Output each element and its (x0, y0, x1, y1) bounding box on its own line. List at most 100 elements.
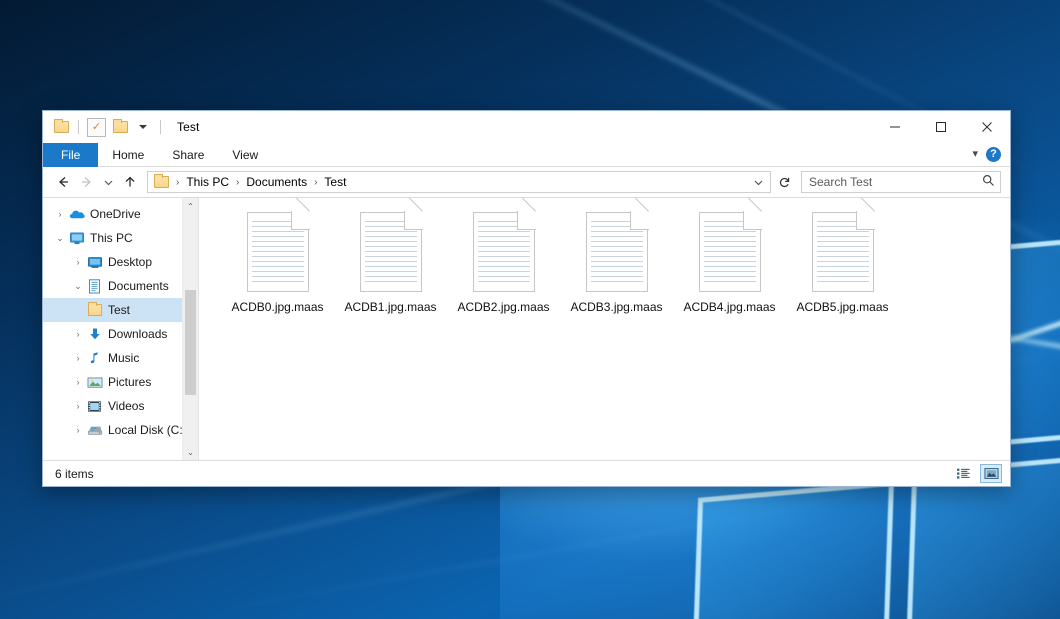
file-name-label: ACDB4.jpg.maas (683, 300, 775, 314)
breadcrumb-item-test[interactable]: Test (321, 175, 349, 189)
text-document-icon (247, 212, 309, 292)
search-box[interactable]: Search Test (801, 171, 1001, 193)
properties-checkbox-icon[interactable]: ✓ (87, 118, 106, 137)
expand-chevron-icon[interactable]: › (70, 377, 86, 387)
tab-view[interactable]: View (218, 143, 272, 167)
recent-locations-icon[interactable] (100, 171, 117, 193)
search-icon[interactable] (982, 174, 995, 190)
text-document-icon (586, 212, 648, 292)
breadcrumb-folder-icon[interactable] (154, 176, 169, 188)
navigation-pane: › OneDrive ⌄ This PC › Desktop (43, 198, 198, 460)
maximize-button[interactable] (918, 111, 964, 142)
sidebar-item-label: Desktop (108, 255, 152, 269)
status-bar: 6 items (43, 460, 1010, 486)
file-item[interactable]: ACDB5.jpg.maas (786, 210, 899, 314)
folder-icon[interactable] (52, 118, 70, 136)
navigation-scrollbar[interactable]: ⌃ ⌄ (182, 198, 198, 460)
chevron-down-icon[interactable]: ▾ (972, 149, 978, 160)
tab-home[interactable]: Home (98, 143, 158, 167)
file-item[interactable]: ACDB4.jpg.maas (673, 210, 786, 314)
expand-chevron-icon[interactable]: › (70, 353, 86, 363)
sidebar-item-this-pc[interactable]: ⌄ This PC (43, 226, 198, 250)
sidebar-item-pictures[interactable]: › Pictures (43, 370, 198, 394)
scroll-up-arrow-icon[interactable]: ⌃ (183, 198, 198, 214)
sidebar-item-documents[interactable]: ⌄ Documents (43, 274, 198, 298)
sidebar-item-label: Music (108, 351, 139, 365)
file-explorer-window: ✓ Test File Home Share (42, 110, 1011, 487)
sidebar-item-local-disk-c[interactable]: › Local Disk (C:) (43, 418, 198, 442)
details-view-button[interactable] (952, 464, 974, 483)
expand-chevron-icon[interactable]: › (70, 329, 86, 339)
new-folder-icon[interactable] (111, 118, 129, 136)
breadcrumb-separator: › (232, 177, 243, 188)
scroll-down-arrow-icon[interactable]: ⌄ (183, 444, 198, 460)
large-icons-view-button[interactable] (980, 464, 1002, 483)
title-bar: ✓ Test (43, 111, 1010, 143)
tab-share[interactable]: Share (158, 143, 218, 167)
sidebar-item-test[interactable]: Test (43, 298, 198, 322)
customize-quick-access-caret-icon[interactable] (134, 118, 152, 136)
file-item[interactable]: ACDB3.jpg.maas (560, 210, 673, 314)
expand-chevron-icon[interactable]: › (70, 401, 86, 411)
sidebar-item-label: Videos (108, 399, 144, 413)
file-name-label: ACDB2.jpg.maas (457, 300, 549, 314)
sidebar-item-desktop[interactable]: › Desktop (43, 250, 198, 274)
download-icon (86, 327, 103, 341)
file-name-label: ACDB0.jpg.maas (231, 300, 323, 314)
quick-access-toolbar: ✓ Test (43, 111, 199, 143)
expand-chevron-icon[interactable]: › (70, 257, 86, 267)
video-icon (86, 400, 103, 413)
sidebar-item-music[interactable]: › Music (43, 346, 198, 370)
expand-chevron-icon[interactable]: › (52, 209, 68, 219)
file-item[interactable]: ACDB2.jpg.maas (447, 210, 560, 314)
sidebar-item-label: This PC (90, 231, 133, 245)
sidebar-item-onedrive[interactable]: › OneDrive (43, 202, 198, 226)
text-document-icon (812, 212, 874, 292)
sidebar-item-label: Downloads (108, 327, 167, 341)
desktop-icon (86, 256, 103, 269)
close-button[interactable] (964, 111, 1010, 142)
file-list-area[interactable]: ACDB0.jpg.maas ACDB1.jpg.maas ACDB2.jpg.… (198, 198, 1010, 460)
forward-button (76, 171, 98, 193)
sidebar-item-label: Pictures (108, 375, 151, 389)
up-button[interactable] (119, 171, 141, 193)
disk-drive-icon (86, 424, 103, 436)
text-document-icon (360, 212, 422, 292)
folder-icon (86, 304, 103, 316)
ribbon-right-controls: ▾ ? (972, 143, 1010, 166)
toolbar-divider (160, 120, 161, 134)
item-count-label: 6 items (55, 467, 94, 481)
breadcrumb-item-documents[interactable]: Documents (243, 175, 310, 189)
collapse-chevron-icon[interactable]: ⌄ (70, 281, 86, 292)
back-button[interactable] (52, 171, 74, 193)
file-item[interactable]: ACDB0.jpg.maas (221, 210, 334, 314)
toolbar-divider (78, 120, 79, 134)
file-name-label: ACDB3.jpg.maas (570, 300, 662, 314)
expand-chevron-icon[interactable]: › (70, 425, 86, 435)
address-bar: › This PC › Documents › Test Search Test (43, 167, 1010, 197)
sidebar-item-label: Documents (108, 279, 169, 293)
sidebar-item-videos[interactable]: › Videos (43, 394, 198, 418)
sidebar-item-label: Local Disk (C:) (108, 423, 187, 437)
cloud-icon (68, 208, 85, 220)
scrollbar-thumb[interactable] (185, 290, 196, 395)
text-document-icon (473, 212, 535, 292)
refresh-button[interactable] (773, 171, 795, 193)
monitor-icon (68, 232, 85, 245)
minimize-button[interactable] (872, 111, 918, 142)
breadcrumb[interactable]: › This PC › Documents › Test (147, 171, 771, 193)
window-controls (872, 111, 1010, 143)
logo-pane (691, 481, 894, 619)
breadcrumb-item-this-pc[interactable]: This PC (183, 175, 232, 189)
tab-file[interactable]: File (43, 143, 98, 167)
music-note-icon (86, 351, 103, 365)
breadcrumb-separator: › (172, 177, 183, 188)
address-dropdown-icon[interactable] (753, 177, 766, 188)
file-grid: ACDB0.jpg.maas ACDB1.jpg.maas ACDB2.jpg.… (221, 210, 1000, 314)
wallpaper-light-ray (186, 476, 974, 617)
file-item[interactable]: ACDB1.jpg.maas (334, 210, 447, 314)
search-input[interactable]: Search Test (809, 175, 982, 189)
help-icon[interactable]: ? (986, 147, 1001, 162)
sidebar-item-downloads[interactable]: › Downloads (43, 322, 198, 346)
collapse-chevron-icon[interactable]: ⌄ (52, 233, 68, 244)
